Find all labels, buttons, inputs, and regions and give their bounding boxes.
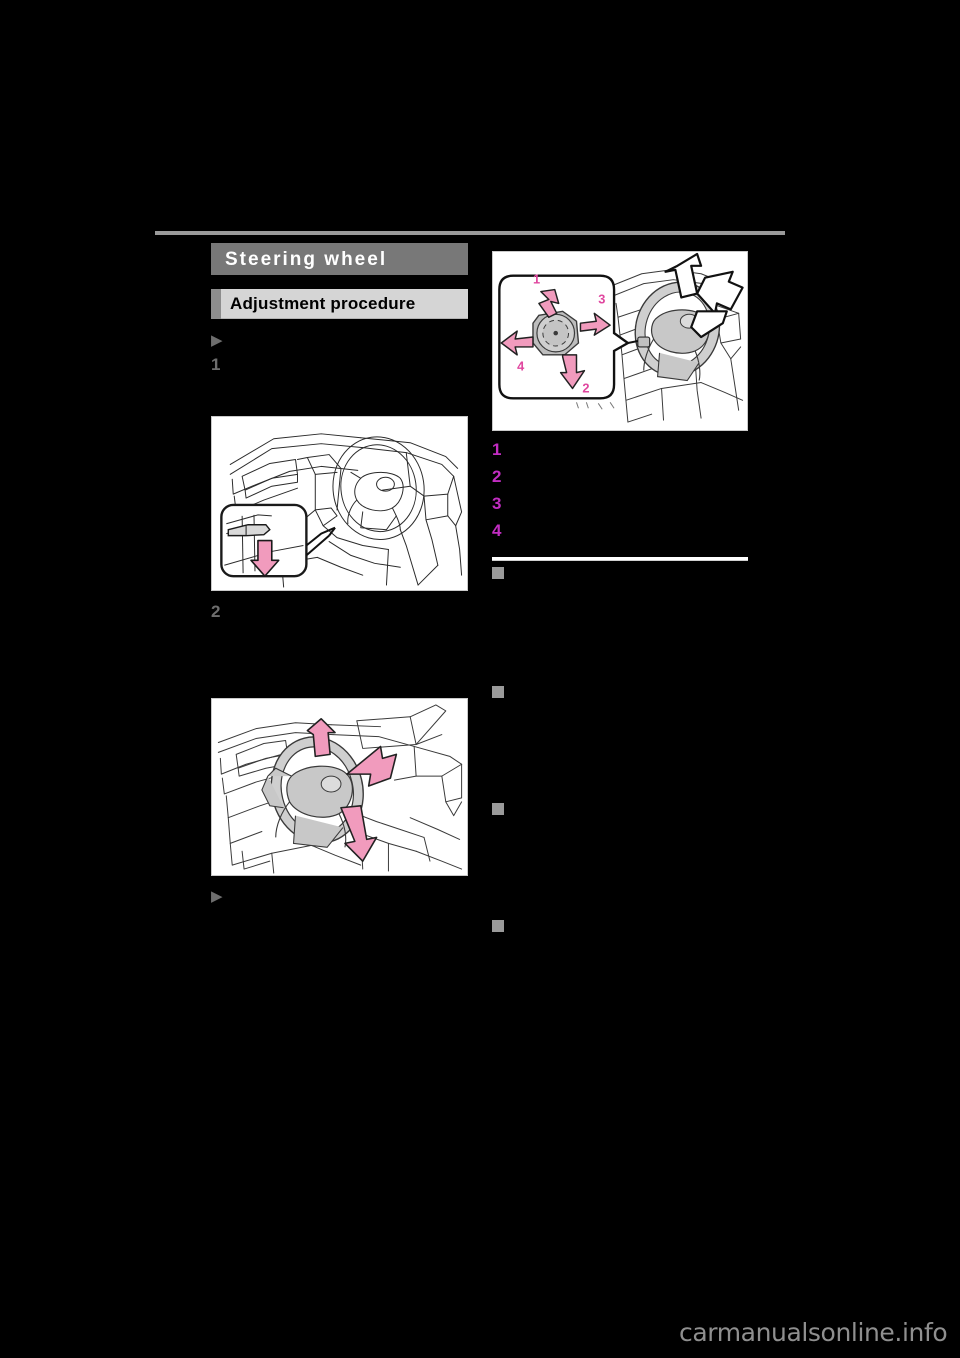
site-watermark: carmanualsonline.info [679, 1318, 948, 1347]
left-column: Steering wheel Adjustment procedure ▶ 1 [211, 243, 468, 904]
list-item: 3 [492, 495, 748, 512]
figure-dashboard-lever [211, 416, 468, 591]
triangle-bullet-icon: ▶ [211, 332, 223, 349]
step-2-number: 2 [211, 602, 221, 621]
section-title: Adjustment procedure [230, 294, 416, 313]
step-2-row: 2 [211, 603, 468, 620]
intro-marker-row: ▶ [211, 333, 468, 348]
subsection-3 [492, 802, 748, 815]
item-4-number: 4 [492, 521, 502, 540]
page-title: Steering wheel [225, 248, 388, 270]
step-1-number: 1 [211, 355, 221, 374]
square-bullet-icon-2 [492, 686, 504, 698]
arrow-label-3: 3 [598, 291, 605, 306]
square-bullet-icon [492, 567, 504, 579]
list-item: 2 [492, 468, 748, 485]
triangle-bullet-icon-2: ▶ [211, 888, 223, 905]
subsection-1 [492, 566, 748, 579]
steering-switch-illustration: 1 3 2 4 [493, 252, 747, 430]
section-divider-thin [492, 560, 748, 561]
figure-steering-tilt-telescopic [211, 698, 468, 876]
item-1-number: 1 [492, 440, 502, 459]
dashboard-lever-illustration [212, 417, 467, 590]
list-item: 4 [492, 522, 748, 539]
subsection-4-body [492, 936, 748, 1026]
section-header-bar: Adjustment procedure [221, 289, 468, 319]
bottom-marker-row: ▶ [211, 889, 468, 904]
figure-steering-switch: 1 3 2 4 [492, 251, 748, 431]
square-bullet-icon-3 [492, 803, 504, 815]
subsection-3-body [492, 819, 748, 913]
manual-page: Steering wheel Adjustment procedure ▶ 1 [0, 0, 960, 1358]
subsection-1-body [492, 583, 748, 679]
list-item: 1 [492, 441, 748, 458]
subsection-4 [492, 919, 748, 932]
chapter-title-bar: Steering wheel [211, 243, 468, 275]
arrow-label-2: 2 [582, 380, 589, 395]
right-column: 1 3 2 4 1 2 3 4 [492, 243, 748, 1026]
subsection-2 [492, 685, 748, 698]
step-1-row: 1 [211, 356, 468, 373]
section-header-tab [211, 289, 221, 319]
numbered-list: 1 2 3 4 [492, 441, 748, 539]
arrow-label-1: 1 [533, 272, 540, 287]
steering-tilt-telescopic-illustration [212, 699, 467, 875]
subsection-2-body [492, 702, 748, 796]
page-top-rule [155, 231, 785, 235]
item-3-number: 3 [492, 494, 502, 513]
arrow-label-4: 4 [517, 359, 525, 374]
item-2-number: 2 [492, 467, 502, 486]
square-bullet-icon-4 [492, 920, 504, 932]
section-header: Adjustment procedure [211, 289, 468, 319]
